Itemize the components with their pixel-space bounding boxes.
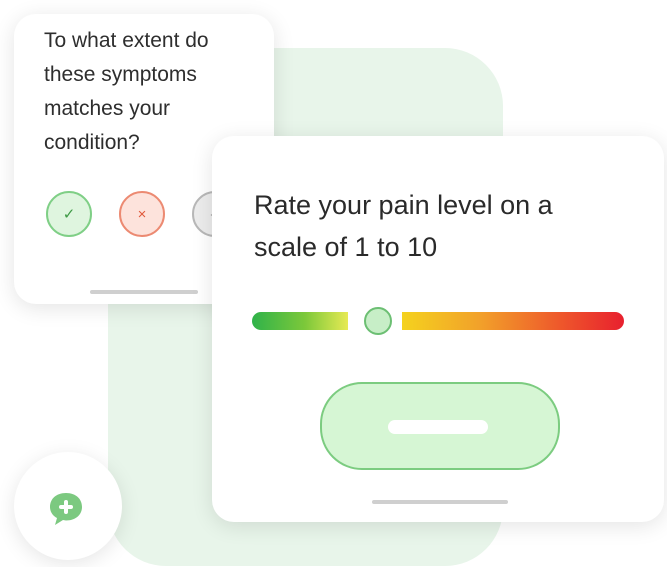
slider-track-high [402,312,624,330]
slider-track-low [252,312,348,330]
submit-button[interactable] [320,382,560,470]
slider-thumb[interactable] [364,307,392,335]
chat-fab[interactable] [14,452,122,560]
chat-add-icon [50,493,82,525]
home-indicator [372,500,508,504]
submit-label-placeholder [388,420,488,434]
close-icon: × [137,205,147,223]
pain-rating-card: Rate your pain level on a scale of 1 to … [212,136,664,522]
pain-slider[interactable] [252,307,624,335]
pain-question: Rate your pain level on a scale of 1 to … [254,190,553,262]
check-icon: ✓ [62,206,76,223]
home-indicator [90,290,198,294]
yes-button[interactable]: ✓ [46,191,92,237]
no-button[interactable]: × [119,191,165,237]
